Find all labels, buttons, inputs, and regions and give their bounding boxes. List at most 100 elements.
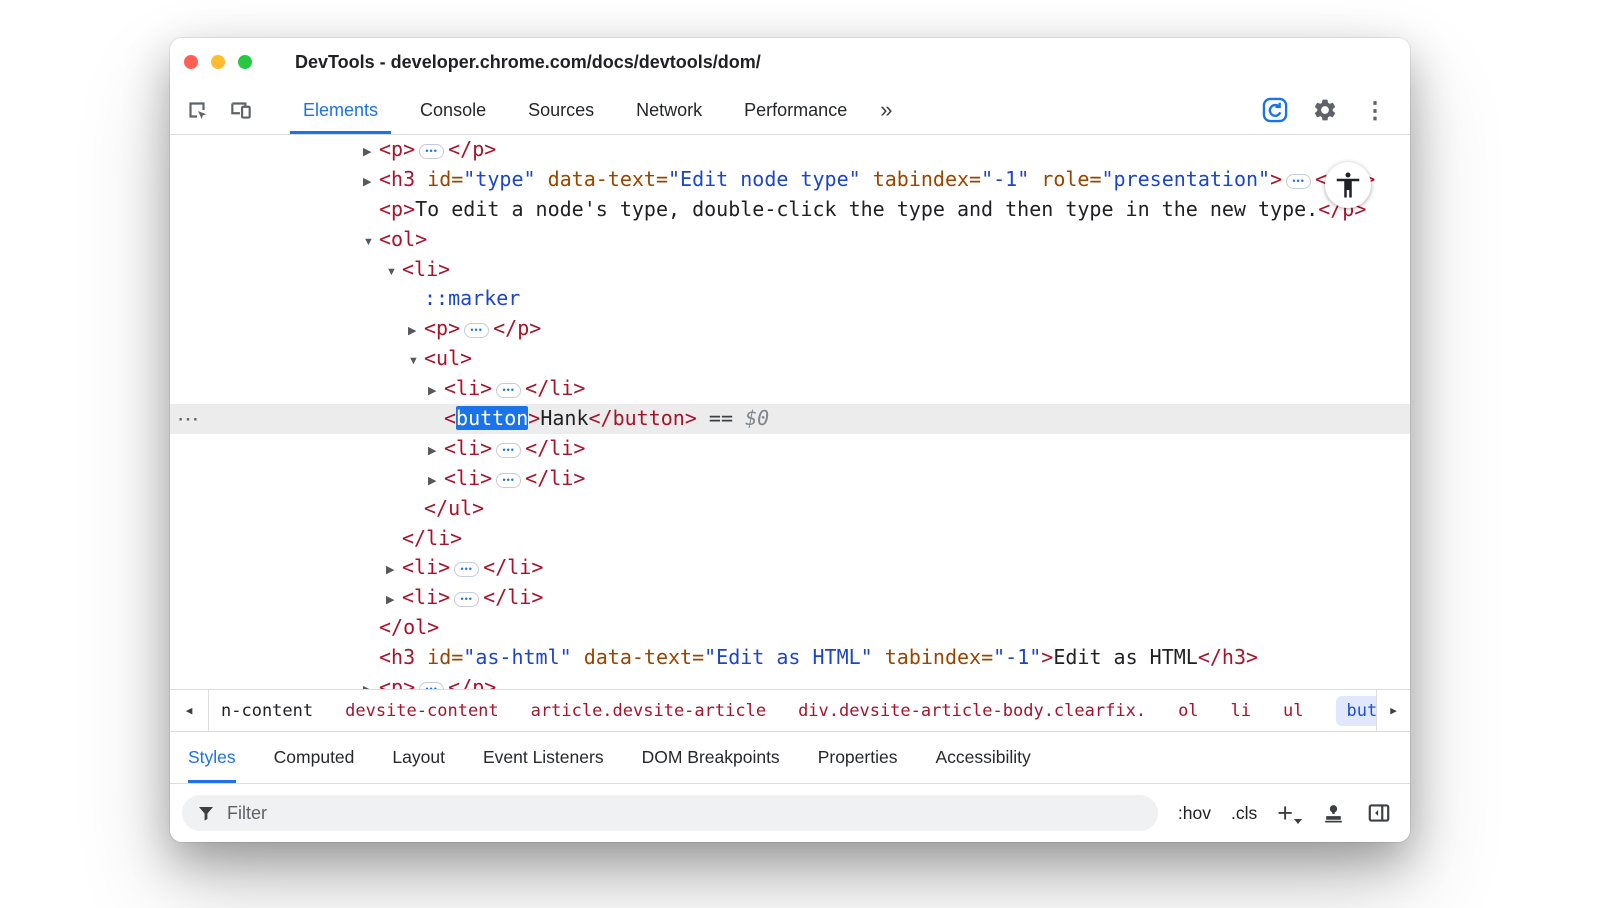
- dom-tree-row[interactable]: ▼<ul>: [170, 344, 1410, 374]
- expand-ellipsis-icon[interactable]: •••: [464, 323, 489, 338]
- sidebar-tabs: Styles Computed Layout Event Listeners DOM B…: [170, 731, 1410, 783]
- tab-layout[interactable]: Layout: [392, 732, 445, 783]
- dom-tree-row[interactable]: </ol>: [170, 613, 1410, 643]
- code-token-attr: data-text=: [572, 645, 704, 669]
- disclosure-down-icon[interactable]: ▼: [363, 228, 379, 258]
- tab-sources[interactable]: Sources: [515, 86, 607, 134]
- breadcrumb-scroll-left-icon[interactable]: ◀: [170, 690, 209, 731]
- new-style-rule-button[interactable]: +: [1277, 800, 1293, 827]
- tab-styles[interactable]: Styles: [188, 732, 236, 783]
- expand-ellipsis-icon[interactable]: •••: [1286, 174, 1311, 189]
- disclosure-right-icon[interactable]: ▶: [363, 676, 379, 689]
- expand-ellipsis-icon[interactable]: •••: [419, 682, 444, 689]
- breadcrumb-item-n-content[interactable]: n-content: [221, 701, 313, 721]
- zoom-button[interactable]: [238, 55, 252, 69]
- tab-accessibility[interactable]: Accessibility: [935, 732, 1030, 783]
- breadcrumb-item-ul[interactable]: ul: [1283, 701, 1303, 721]
- tab-network[interactable]: Network: [623, 86, 715, 134]
- disclosure-right-icon[interactable]: ▶: [408, 317, 424, 347]
- dom-tree-row[interactable]: ::marker: [170, 284, 1410, 314]
- accessibility-overlay-icon[interactable]: [1325, 162, 1371, 208]
- dom-tree-row[interactable]: ▶<p>•••</p>: [170, 673, 1410, 689]
- breadcrumb-item-ol[interactable]: ol: [1178, 701, 1198, 721]
- reload-devtools-icon[interactable]: [1260, 86, 1290, 134]
- code-token-val: "as-html": [463, 645, 571, 669]
- code-token-tag: <li>: [444, 466, 492, 490]
- expand-ellipsis-icon[interactable]: •••: [496, 443, 521, 458]
- code-token-val: "type": [463, 167, 535, 191]
- disclosure-right-icon[interactable]: ▶: [428, 437, 444, 467]
- code-token-tag: </li>: [525, 436, 585, 460]
- breadcrumb-item-devsite-content[interactable]: devsite-content: [345, 701, 499, 721]
- code-token-attr: tabindex=: [861, 167, 981, 191]
- close-button[interactable]: [184, 55, 198, 69]
- disclosure-down-icon[interactable]: ▼: [386, 258, 402, 288]
- dom-tree-row[interactable]: </ul>: [170, 494, 1410, 524]
- tab-event-listeners[interactable]: Event Listeners: [483, 732, 604, 783]
- tab-elements[interactable]: Elements: [290, 86, 391, 134]
- dom-tree-row[interactable]: ▼<ol>: [170, 225, 1410, 255]
- dom-tree-row[interactable]: ▶<li>•••</li>: [170, 583, 1410, 613]
- disclosure-right-icon[interactable]: ▶: [386, 556, 402, 586]
- code-token-tag: <li>: [402, 585, 450, 609]
- element-classes-button[interactable]: .cls: [1231, 803, 1257, 824]
- disclosure-right-icon[interactable]: ▶: [363, 138, 379, 168]
- toolbar-right-icons: ⋮: [1260, 86, 1410, 134]
- disclosure-right-icon[interactable]: ▶: [428, 467, 444, 497]
- dom-tree-row-selected[interactable]: ⋯<button>Hank</button> == $0: [170, 404, 1410, 434]
- dom-tree-row[interactable]: ▶<li>•••</li>: [170, 464, 1410, 494]
- code-token-tag: <p>: [379, 197, 415, 221]
- dom-tree-row[interactable]: ▶<p>•••</p>: [170, 314, 1410, 344]
- dom-tree-row[interactable]: ▶<p>•••</p>: [170, 135, 1410, 165]
- settings-gear-icon[interactable]: [1310, 86, 1340, 134]
- expand-ellipsis-icon[interactable]: •••: [454, 592, 479, 607]
- panel-tabs: Elements Console Sources Network Performance: [282, 86, 868, 134]
- code-token-val: "-1": [981, 167, 1029, 191]
- code-token-tag: <li>: [444, 376, 492, 400]
- code-token-tag: <h3: [379, 645, 427, 669]
- minimize-button[interactable]: [211, 55, 225, 69]
- more-panels-icon[interactable]: »: [870, 86, 902, 134]
- breadcrumb-item-li[interactable]: li: [1231, 701, 1251, 721]
- expand-ellipsis-icon[interactable]: •••: [454, 562, 479, 577]
- tab-dom-breakpoints[interactable]: DOM Breakpoints: [642, 732, 780, 783]
- code-token-eq: ==: [697, 406, 745, 430]
- styles-filter-input[interactable]: Filter: [182, 795, 1158, 831]
- code-token-var: $0: [745, 406, 769, 430]
- expand-ellipsis-icon[interactable]: •••: [496, 383, 521, 398]
- code-token-tag: >: [1270, 167, 1282, 191]
- toggle-element-state-button[interactable]: :hov: [1178, 803, 1211, 824]
- device-toolbar-icon[interactable]: [226, 86, 256, 134]
- dom-tree-row[interactable]: <p>To edit a node's type, double-click t…: [170, 195, 1410, 225]
- expand-ellipsis-icon[interactable]: •••: [419, 144, 444, 159]
- dom-tree-row[interactable]: </li>: [170, 524, 1410, 554]
- tab-performance[interactable]: Performance: [731, 86, 860, 134]
- code-token-val: "-1": [993, 645, 1041, 669]
- disclosure-down-icon[interactable]: ▼: [408, 347, 424, 377]
- breadcrumb-item-div-devsite-article-body-clearfix[interactable]: div.devsite-article-body.clearfix.: [798, 701, 1146, 721]
- disclosure-right-icon[interactable]: ▶: [386, 586, 402, 616]
- dom-tree-row[interactable]: ▼<li>: [170, 255, 1410, 285]
- expand-ellipsis-icon[interactable]: •••: [496, 473, 521, 488]
- breadcrumb-item-article-devsite-article[interactable]: article.devsite-article: [531, 701, 766, 721]
- row-more-actions-icon[interactable]: ⋯: [177, 404, 199, 434]
- dom-tree-row[interactable]: ▶<li>•••</li>: [170, 553, 1410, 583]
- dom-tree-row[interactable]: ▶<li>•••</li>: [170, 374, 1410, 404]
- sidebar-toggle-icon[interactable]: [1366, 800, 1392, 826]
- breadcrumb-scroll-right-icon[interactable]: ▶: [1376, 690, 1410, 731]
- disclosure-right-icon[interactable]: ▶: [363, 168, 379, 198]
- disclosure-right-icon[interactable]: ▶: [428, 377, 444, 407]
- dom-tree-row[interactable]: ▶<h3 id="type" data-text="Edit node type…: [170, 165, 1410, 195]
- inspect-element-icon[interactable]: [182, 86, 212, 134]
- dom-tree-row[interactable]: ▶<li>•••</li>: [170, 434, 1410, 464]
- tab-properties[interactable]: Properties: [818, 732, 898, 783]
- rendering-emulations-icon[interactable]: [1321, 801, 1346, 826]
- breadcrumb-item-button[interactable]: button: [1336, 696, 1376, 726]
- tab-computed[interactable]: Computed: [274, 732, 355, 783]
- code-token-tag: <: [444, 406, 456, 430]
- more-options-icon[interactable]: ⋮: [1360, 86, 1390, 134]
- tab-console[interactable]: Console: [407, 86, 499, 134]
- code-token-tag: </p>: [493, 316, 541, 340]
- code-token-tag: <li>: [402, 555, 450, 579]
- dom-tree-row[interactable]: <h3 id="as-html" data-text="Edit as HTML…: [170, 643, 1410, 673]
